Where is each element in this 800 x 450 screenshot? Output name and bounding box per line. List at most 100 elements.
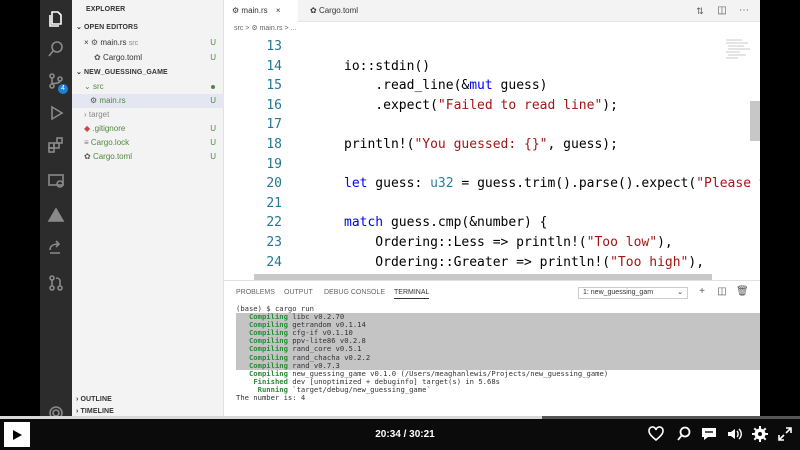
tree-item-cargo-toml[interactable]: ✿ Cargo.toml U	[72, 150, 224, 164]
files-icon[interactable]	[40, 4, 72, 34]
play-button[interactable]	[4, 422, 30, 447]
lines-file-icon: ≡	[84, 138, 89, 147]
chevron-down-icon: ⌄	[84, 82, 93, 91]
tree-item-src[interactable]: ⌄ src	[72, 80, 224, 94]
breadcrumb-separator: >	[245, 25, 250, 32]
trash-icon[interactable]: 🗑	[736, 286, 749, 298]
video-player: 4 EXPLORER ⌄ OPEN EDITORS × ⚙ main.rs sr…	[0, 0, 800, 450]
tree-item-target[interactable]: › target	[72, 108, 224, 122]
heart-icon[interactable]	[647, 425, 665, 443]
tab-main-rs[interactable]: ⚙ main.rs ×	[224, 0, 298, 22]
line-number: 13	[266, 39, 282, 54]
activity-bar: 4	[40, 0, 72, 416]
code-line: let guess: u32 = guess.trim().parse().ex…	[344, 176, 760, 192]
line-number: 15	[266, 78, 282, 94]
fullscreen-icon[interactable]	[776, 425, 794, 443]
gear-file-icon: ✿	[310, 6, 317, 15]
tree-item-label: Cargo.toml	[92, 152, 133, 161]
status-badge: U	[210, 96, 216, 105]
tree-item-main-rs[interactable]: ⚙ main.rs U	[72, 94, 224, 108]
run-debug-icon[interactable]	[40, 98, 72, 128]
project-folder-header[interactable]: ⌄ NEW_GUESSING_GAME	[76, 66, 228, 80]
chevron-down-icon: ⌄	[76, 69, 85, 76]
video-control-bar: 20:34 / 30:21	[0, 419, 800, 450]
line-number: 19	[266, 156, 282, 172]
tree-item-label: Cargo.lock	[90, 138, 130, 147]
project-folder-label: NEW_GUESSING_GAME	[84, 69, 168, 76]
search-icon[interactable]	[675, 425, 693, 443]
chevron-up-icon[interactable]: ⌃	[756, 286, 760, 298]
tree-item-label: .gitignore	[92, 124, 126, 133]
editor-tab-bar: ⚙ main.rs × ✿ Cargo.toml ⇅ ◫ ⋯	[224, 0, 760, 22]
code-line: Ordering::Less => println!("Too low"),	[344, 235, 673, 250]
breadcrumb-rest[interactable]: > ...	[284, 25, 296, 32]
line-number: 14	[266, 58, 282, 74]
terminal-line: Running `target/debug/new_guessing_game`	[257, 384, 431, 394]
status-badge: U	[210, 124, 216, 133]
tab-cargo-toml[interactable]: ✿ Cargo.toml	[302, 0, 382, 22]
breadcrumb-folder[interactable]: src	[234, 25, 243, 32]
more-actions-icon[interactable]: ⋯	[738, 5, 750, 17]
line-number: 17	[266, 117, 282, 133]
open-editors-label: OPEN EDITORS	[84, 24, 138, 31]
timeline-label: TIMELINE	[80, 408, 114, 415]
minimap[interactable]	[720, 36, 760, 280]
split-terminal-icon[interactable]: ◫	[716, 286, 728, 298]
captions-icon[interactable]	[700, 425, 718, 443]
code-line: println!("You guessed: {}", guess);	[344, 137, 618, 152]
timeline-header[interactable]: › TIMELINE	[76, 405, 228, 416]
line-number: 20	[266, 176, 282, 192]
settings-gear-icon[interactable]	[40, 398, 72, 416]
line-number: 21	[266, 195, 282, 211]
rust-icon: ⚙	[90, 38, 99, 47]
open-editors-header[interactable]: ⌄ OPEN EDITORS	[76, 21, 228, 35]
rust-icon: ⚙	[90, 96, 98, 105]
open-editor-name: main.rs	[100, 38, 127, 47]
code-line: .expect("Failed to read line");	[344, 97, 618, 113]
status-badge: U	[210, 152, 216, 161]
source-control-icon[interactable]: 4	[40, 66, 72, 96]
code-line: Ordering::Greater => println!("Too high"…	[344, 254, 705, 270]
line-number: 16	[266, 97, 282, 113]
code-line: match guess.cmp(&number) {	[344, 215, 548, 231]
tab-problems[interactable]: PROBLEMS	[236, 289, 275, 296]
status-badge: U	[210, 138, 216, 147]
search-icon[interactable]	[40, 34, 72, 64]
breadcrumb-file[interactable]: main.rs	[260, 25, 283, 32]
code-editor[interactable]: 13 14 io::stdin() 15 .read_line(&mut guess)…	[224, 36, 760, 280]
line-number: 18	[266, 137, 282, 152]
code-line: io::stdin()	[344, 58, 431, 74]
line-number: 22	[266, 215, 282, 231]
remote-explorer-icon[interactable]	[40, 166, 72, 196]
split-editor-icon[interactable]: ◫	[716, 5, 728, 17]
status-badge: U	[210, 38, 216, 47]
terminal-output[interactable]: (base) $ cargo run Compiling libc v0.2.7…	[236, 304, 760, 403]
video-time: 20:34 / 30:21	[375, 429, 435, 440]
tab-output[interactable]: OUTPUT	[284, 289, 313, 296]
open-editor-path: src	[128, 40, 139, 47]
close-icon[interactable]: ×	[276, 6, 281, 15]
tree-item-gitignore[interactable]: ◆ .gitignore U	[72, 122, 224, 136]
compare-icon[interactable]: ⇅	[694, 5, 706, 17]
live-share-icon[interactable]	[40, 232, 72, 262]
plus-icon[interactable]: +	[696, 286, 708, 298]
terminal-select[interactable]: 1: new_guessing_gam ⌄	[578, 287, 688, 299]
pull-requests-icon[interactable]	[40, 268, 72, 298]
tree-item-cargo-lock[interactable]: ≡ Cargo.lock U	[72, 136, 224, 150]
modified-dot	[211, 85, 215, 89]
azure-icon[interactable]	[40, 200, 72, 230]
volume-icon[interactable]	[726, 425, 744, 443]
tab-terminal[interactable]: TERMINAL	[394, 289, 430, 299]
vertical-scrollbar[interactable]	[750, 101, 760, 141]
close-icon[interactable]: ×	[84, 38, 89, 47]
settings-gear-icon[interactable]	[751, 425, 769, 443]
tab-debug-console[interactable]: DEBUG CONSOLE	[324, 289, 385, 296]
line-number: 24	[266, 254, 282, 270]
rust-icon: ⚙	[232, 6, 240, 15]
explorer-sidebar: EXPLORER ⌄ OPEN EDITORS × ⚙ main.rs src U…	[72, 0, 224, 416]
chevron-down-icon: ⌄	[76, 24, 85, 31]
terminal-line: The number is: 4	[236, 393, 306, 403]
tab-label: main.rs	[241, 6, 268, 15]
extensions-icon[interactable]	[40, 130, 72, 160]
open-editor-item-main-rs[interactable]: × ⚙ main.rs src U	[84, 36, 236, 50]
